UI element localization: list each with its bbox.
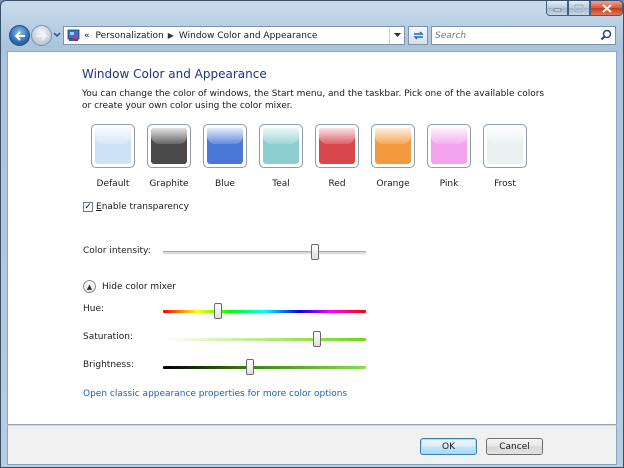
classic-appearance-link[interactable]: Open classic appearance properties for m… (83, 389, 347, 399)
dialog-footer: OK Cancel (7, 425, 617, 465)
swatch-gloss (319, 128, 355, 144)
content-pane: Window Color and Appearance You can chan… (7, 51, 617, 425)
color-intensity-track[interactable] (163, 251, 366, 255)
maximize-button[interactable] (568, 1, 590, 16)
ok-button[interactable]: OK (420, 438, 477, 455)
control-panel-icon (67, 29, 81, 42)
swatch-gloss (207, 128, 243, 144)
color-swatch-orange[interactable] (371, 124, 415, 168)
color-swatch-graphite[interactable] (147, 124, 191, 168)
saturation-slider-thumb[interactable] (313, 331, 321, 347)
collapse-icon[interactable]: ▲ (83, 280, 96, 293)
breadcrumb-separator-icon[interactable]: ▶ (168, 31, 174, 40)
swatch-gloss (431, 128, 467, 144)
color-swatch-pink[interactable] (427, 124, 471, 168)
swatch-label: Pink (439, 179, 459, 189)
color-swatch-frost[interactable] (483, 124, 527, 168)
title-bar (1, 1, 623, 21)
swatch-gloss (487, 128, 523, 144)
swatch-label: Frost (494, 179, 516, 189)
navigation-bar: « Personalization ▶ Window Color and App… (1, 21, 623, 51)
close-icon (601, 3, 612, 13)
refresh-button[interactable] (408, 26, 428, 45)
color-intensity-slider-thumb[interactable] (311, 244, 319, 260)
search-input[interactable] (435, 28, 595, 43)
page-description: You can change the color of windows, the… (82, 89, 545, 111)
search-icon[interactable] (600, 29, 612, 44)
swatch-gloss (95, 128, 131, 144)
maximize-icon (574, 3, 584, 13)
minimize-icon (553, 8, 561, 12)
chevron-down-icon (53, 32, 61, 37)
forward-arrow-icon (36, 30, 47, 41)
breadcrumb-personalization[interactable]: Personalization (96, 31, 164, 41)
forward-button[interactable] (31, 25, 52, 46)
swatch-label: Default (96, 179, 130, 189)
swatch-label: Graphite (149, 179, 189, 189)
saturation-label: Saturation: (83, 332, 133, 342)
address-dropdown-button[interactable] (389, 27, 404, 44)
recent-pages-dropdown[interactable] (53, 31, 61, 41)
back-arrow-icon (14, 30, 25, 41)
brightness-slider-thumb[interactable] (246, 359, 254, 375)
cancel-button[interactable]: Cancel (486, 438, 543, 455)
color-swatch-teal[interactable] (259, 124, 303, 168)
swatch-label: Blue (215, 179, 235, 189)
swatch-label: Orange (376, 179, 410, 189)
color-swatch-default[interactable] (91, 124, 135, 168)
refresh-icon (412, 31, 424, 40)
window: « Personalization ▶ Window Color and App… (0, 0, 624, 468)
brightness-label: Brightness: (83, 360, 134, 370)
transparency-checkbox[interactable]: ✓ (83, 202, 93, 212)
color-swatch-red[interactable] (315, 124, 359, 168)
color-mixer-toggle-label: Hide color mixer (102, 281, 176, 292)
swatch-gloss (375, 128, 411, 144)
close-button[interactable] (590, 1, 623, 16)
minimize-button[interactable] (546, 1, 568, 16)
brightness-track[interactable] (163, 366, 366, 369)
overflow-chevron-icon[interactable]: « (84, 31, 90, 41)
swatch-gloss (151, 128, 187, 144)
swatch-gloss (263, 128, 299, 144)
transparency-option[interactable]: ✓ Enable transparency (83, 202, 189, 212)
hue-slider-thumb[interactable] (214, 303, 222, 319)
hue-label: Hue: (83, 304, 105, 314)
page-title: Window Color and Appearance (82, 67, 267, 81)
swatch-label: Teal (272, 179, 290, 189)
color-mixer-toggle[interactable]: ▲ Hide color mixer (83, 280, 176, 293)
saturation-track[interactable] (163, 338, 366, 341)
color-swatch-blue[interactable] (203, 124, 247, 168)
search-box[interactable] (431, 26, 616, 45)
address-bar[interactable]: « Personalization ▶ Window Color and App… (63, 26, 405, 45)
color-intensity-label: Color intensity: (83, 246, 151, 256)
back-button[interactable] (9, 25, 30, 46)
transparency-label: Enable transparency (96, 202, 189, 212)
swatch-label: Red (328, 179, 346, 189)
hue-track[interactable] (163, 310, 366, 313)
chevron-down-icon (393, 33, 401, 37)
breadcrumb-current[interactable]: Window Color and Appearance (179, 31, 318, 41)
